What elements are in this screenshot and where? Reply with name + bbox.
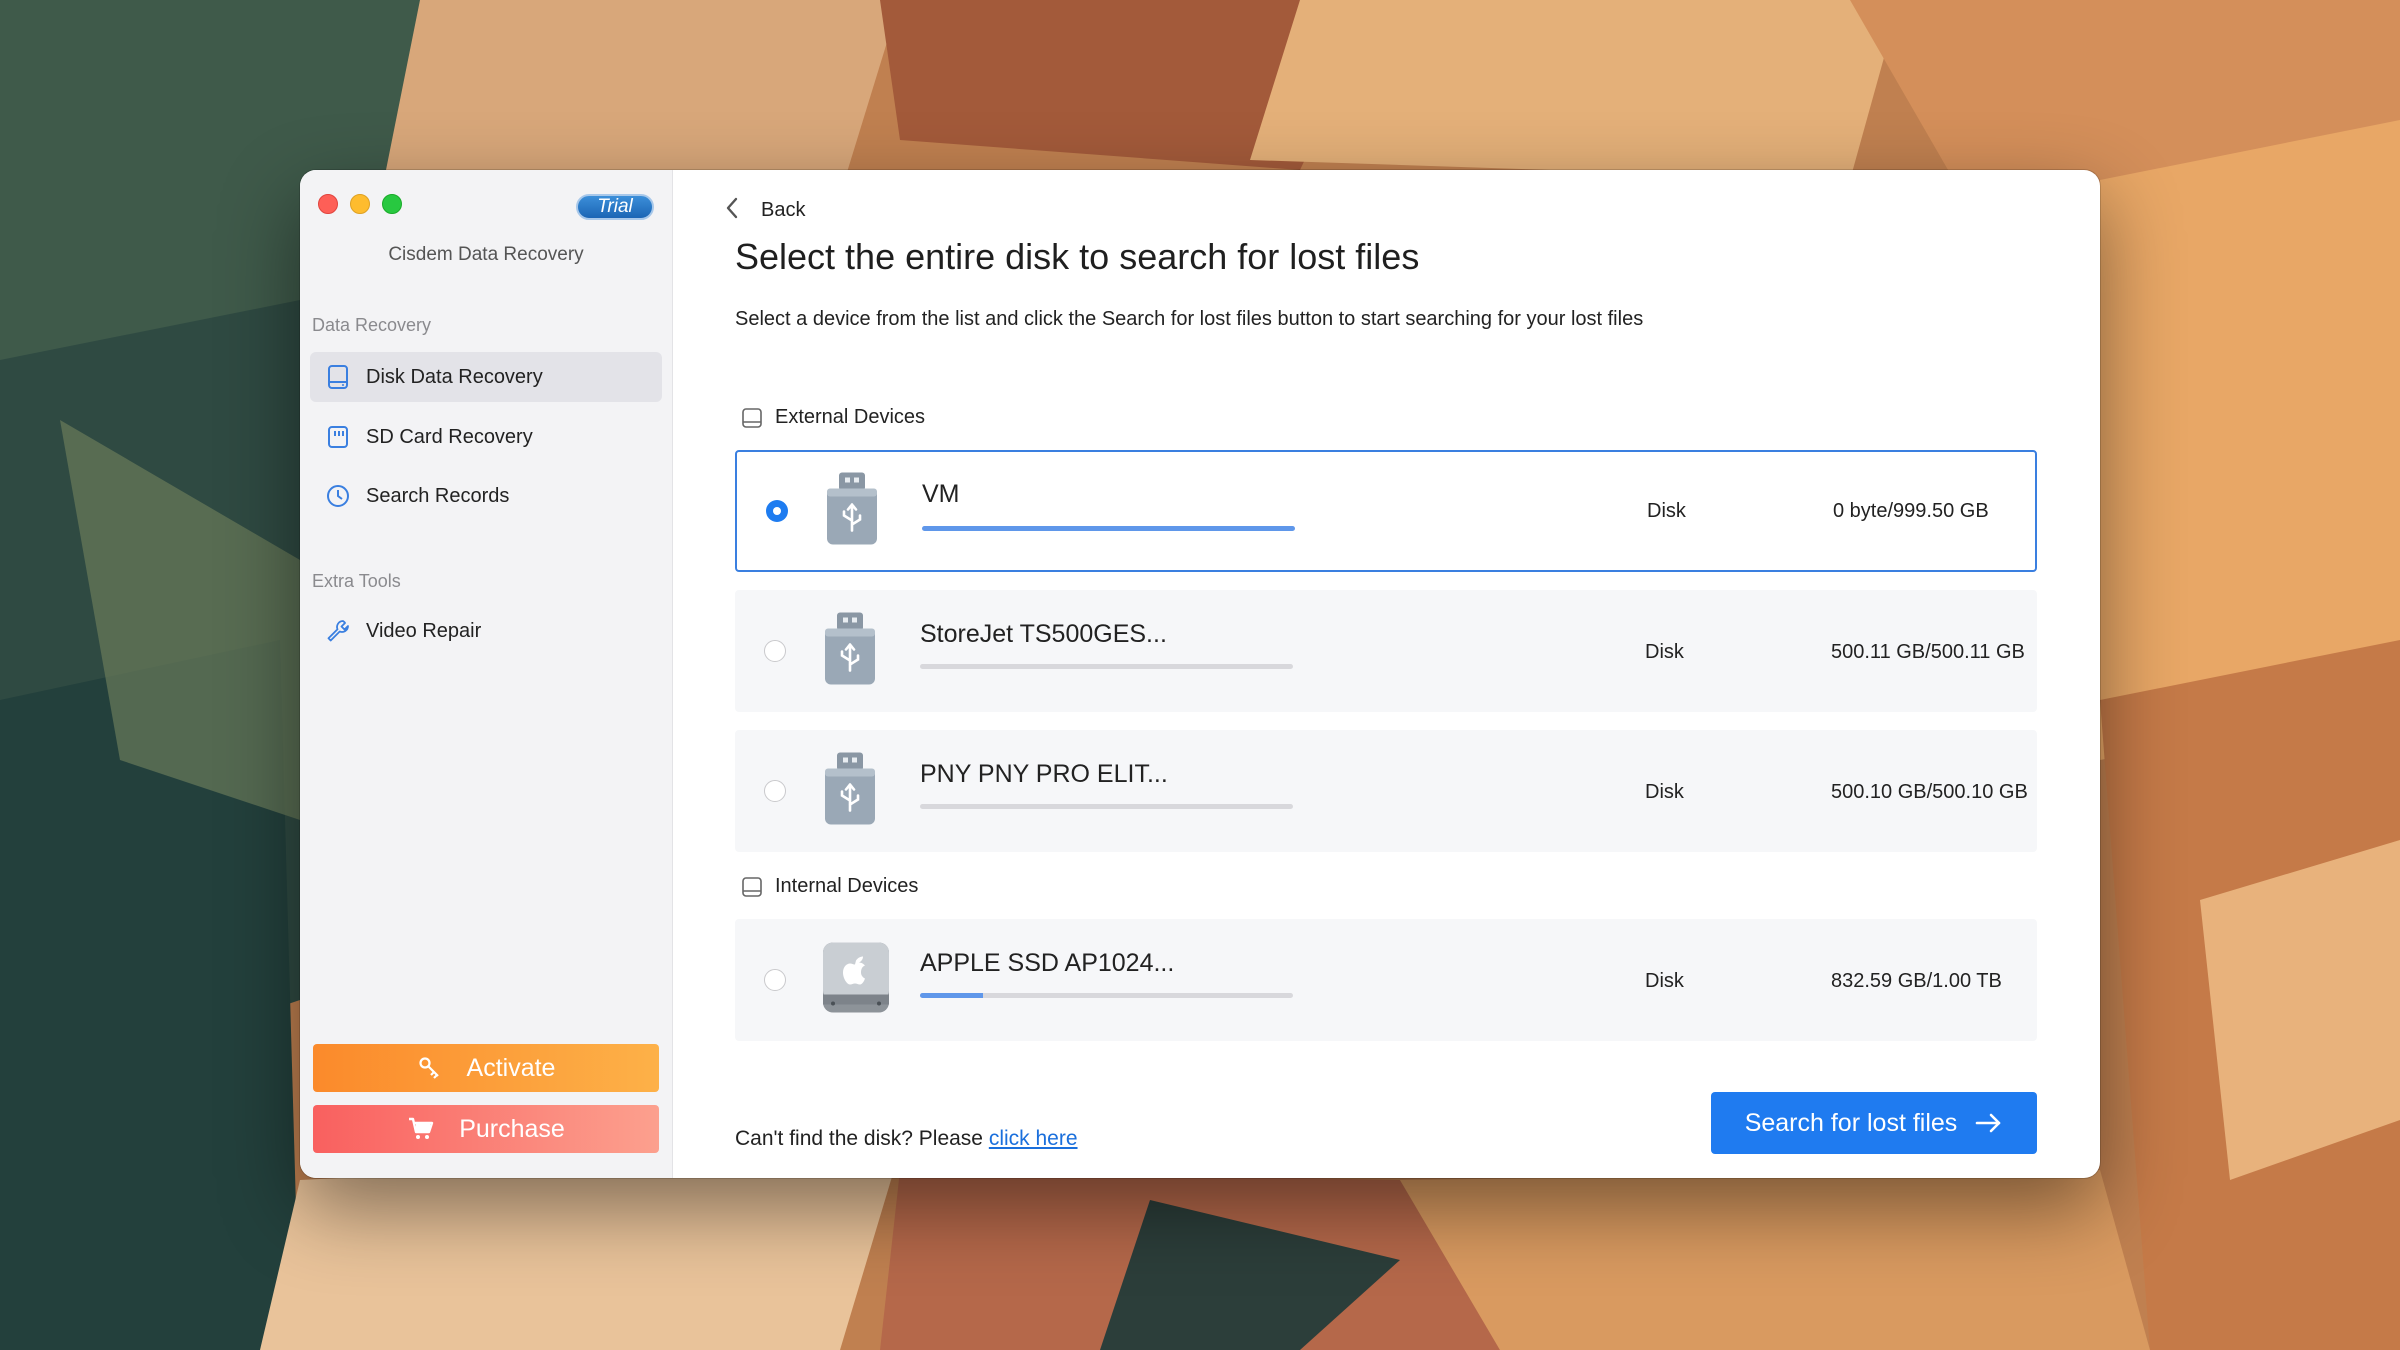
usb-drive-icon xyxy=(821,611,879,692)
minimize-button[interactable] xyxy=(350,194,370,214)
activate-button[interactable]: Activate xyxy=(313,1044,659,1092)
app-window: Trial Cisdem Data Recovery Data Recovery… xyxy=(300,170,2100,1178)
clock-icon xyxy=(324,482,352,510)
usb-drive-icon xyxy=(823,471,881,552)
device-size: 0 byte/999.50 GB xyxy=(1833,500,1989,522)
external-devices-text: External Devices xyxy=(775,406,926,428)
search-for-lost-files-button[interactable]: Search for lost files xyxy=(1711,1092,2037,1154)
page-title: Select the entire disk to search for los… xyxy=(735,236,1420,277)
sidebar-item-video-repair[interactable]: Video Repair xyxy=(310,606,662,656)
zoom-button[interactable] xyxy=(382,194,402,214)
device-radio[interactable] xyxy=(764,969,786,991)
device-usage-bar xyxy=(920,993,1293,998)
main-panel: Back Select the entire disk to search fo… xyxy=(673,170,2100,1178)
back-button[interactable]: Back xyxy=(725,196,805,225)
section-label-data-recovery: Data Recovery xyxy=(312,315,432,335)
sidebar-item-label: SD Card Recovery xyxy=(366,425,533,448)
arrow-right-icon xyxy=(1975,1112,2003,1134)
sidebar-item-label: Video Repair xyxy=(366,619,482,642)
close-button[interactable] xyxy=(318,194,338,214)
drive-icon xyxy=(741,876,763,898)
sidebar-item-sd-card-recovery[interactable]: SD Card Recovery xyxy=(310,412,662,462)
external-devices-label: External Devices xyxy=(741,406,925,429)
usb-drive-icon xyxy=(821,751,879,832)
device-size: 500.11 GB/500.11 GB xyxy=(1831,641,2025,663)
sidebar-item-label: Disk Data Recovery xyxy=(366,365,543,388)
activate-label: Activate xyxy=(466,1053,556,1082)
device-usage-bar xyxy=(920,804,1293,809)
device-radio[interactable] xyxy=(766,500,788,522)
trial-badge[interactable]: Trial xyxy=(576,194,654,220)
purchase-button[interactable]: Purchase xyxy=(313,1105,659,1153)
device-usage-bar xyxy=(920,664,1293,669)
device-name: APPLE SSD AP1024... xyxy=(920,949,1175,977)
purchase-label: Purchase xyxy=(459,1114,565,1143)
sidebar: Trial Cisdem Data Recovery Data Recovery… xyxy=(300,170,673,1178)
device-name: VM xyxy=(922,480,960,508)
device-row-vm[interactable]: VM Disk 0 byte/999.50 GB xyxy=(735,450,2037,572)
device-name: StoreJet TS500GES... xyxy=(920,620,1167,648)
device-size: 832.59 GB/1.00 TB xyxy=(1831,970,2002,992)
sidebar-item-disk-data-recovery[interactable]: Disk Data Recovery xyxy=(310,352,662,402)
footer-help-text: Can't find the disk? Please xyxy=(735,1127,989,1150)
device-radio[interactable] xyxy=(764,780,786,802)
sidebar-item-label: Search Records xyxy=(366,484,510,507)
device-type: Disk xyxy=(1645,781,1684,803)
device-type: Disk xyxy=(1645,970,1684,992)
key-icon xyxy=(417,1055,443,1081)
device-type: Disk xyxy=(1647,500,1686,522)
internal-devices-text: Internal Devices xyxy=(775,875,919,897)
back-label: Back xyxy=(761,199,806,221)
drive-icon xyxy=(741,407,763,429)
device-usage-bar xyxy=(922,526,1295,531)
internal-devices-label: Internal Devices xyxy=(741,875,918,898)
disk-icon xyxy=(324,363,352,391)
wrench-icon xyxy=(324,617,352,645)
device-row-apple-ssd[interactable]: APPLE SSD AP1024... Disk 832.59 GB/1.00 … xyxy=(735,919,2037,1041)
chevron-left-icon xyxy=(725,196,739,225)
device-radio[interactable] xyxy=(764,640,786,662)
device-name: PNY PNY PRO ELIT... xyxy=(920,760,1168,788)
apple-hard-drive-icon xyxy=(821,941,891,1020)
sidebar-item-search-records[interactable]: Search Records xyxy=(310,471,662,521)
page-subtitle: Select a device from the list and click … xyxy=(735,308,1644,330)
device-size: 500.10 GB/500.10 GB xyxy=(1831,781,2028,803)
section-label-extra-tools: Extra Tools xyxy=(312,571,401,591)
device-row-storejet[interactable]: StoreJet TS500GES... Disk 500.11 GB/500.… xyxy=(735,590,2037,712)
cart-icon xyxy=(407,1116,435,1142)
search-button-label: Search for lost files xyxy=(1744,1108,1958,1137)
device-type: Disk xyxy=(1645,641,1684,663)
click-here-link[interactable]: click here xyxy=(989,1127,1078,1150)
sd-card-icon xyxy=(324,423,352,451)
device-row-pny[interactable]: PNY PNY PRO ELIT... Disk 500.10 GB/500.1… xyxy=(735,730,2037,852)
window-controls xyxy=(318,194,402,214)
app-name: Cisdem Data Recovery xyxy=(388,244,584,265)
footer-help: Can't find the disk? Please click here xyxy=(735,1127,1078,1151)
